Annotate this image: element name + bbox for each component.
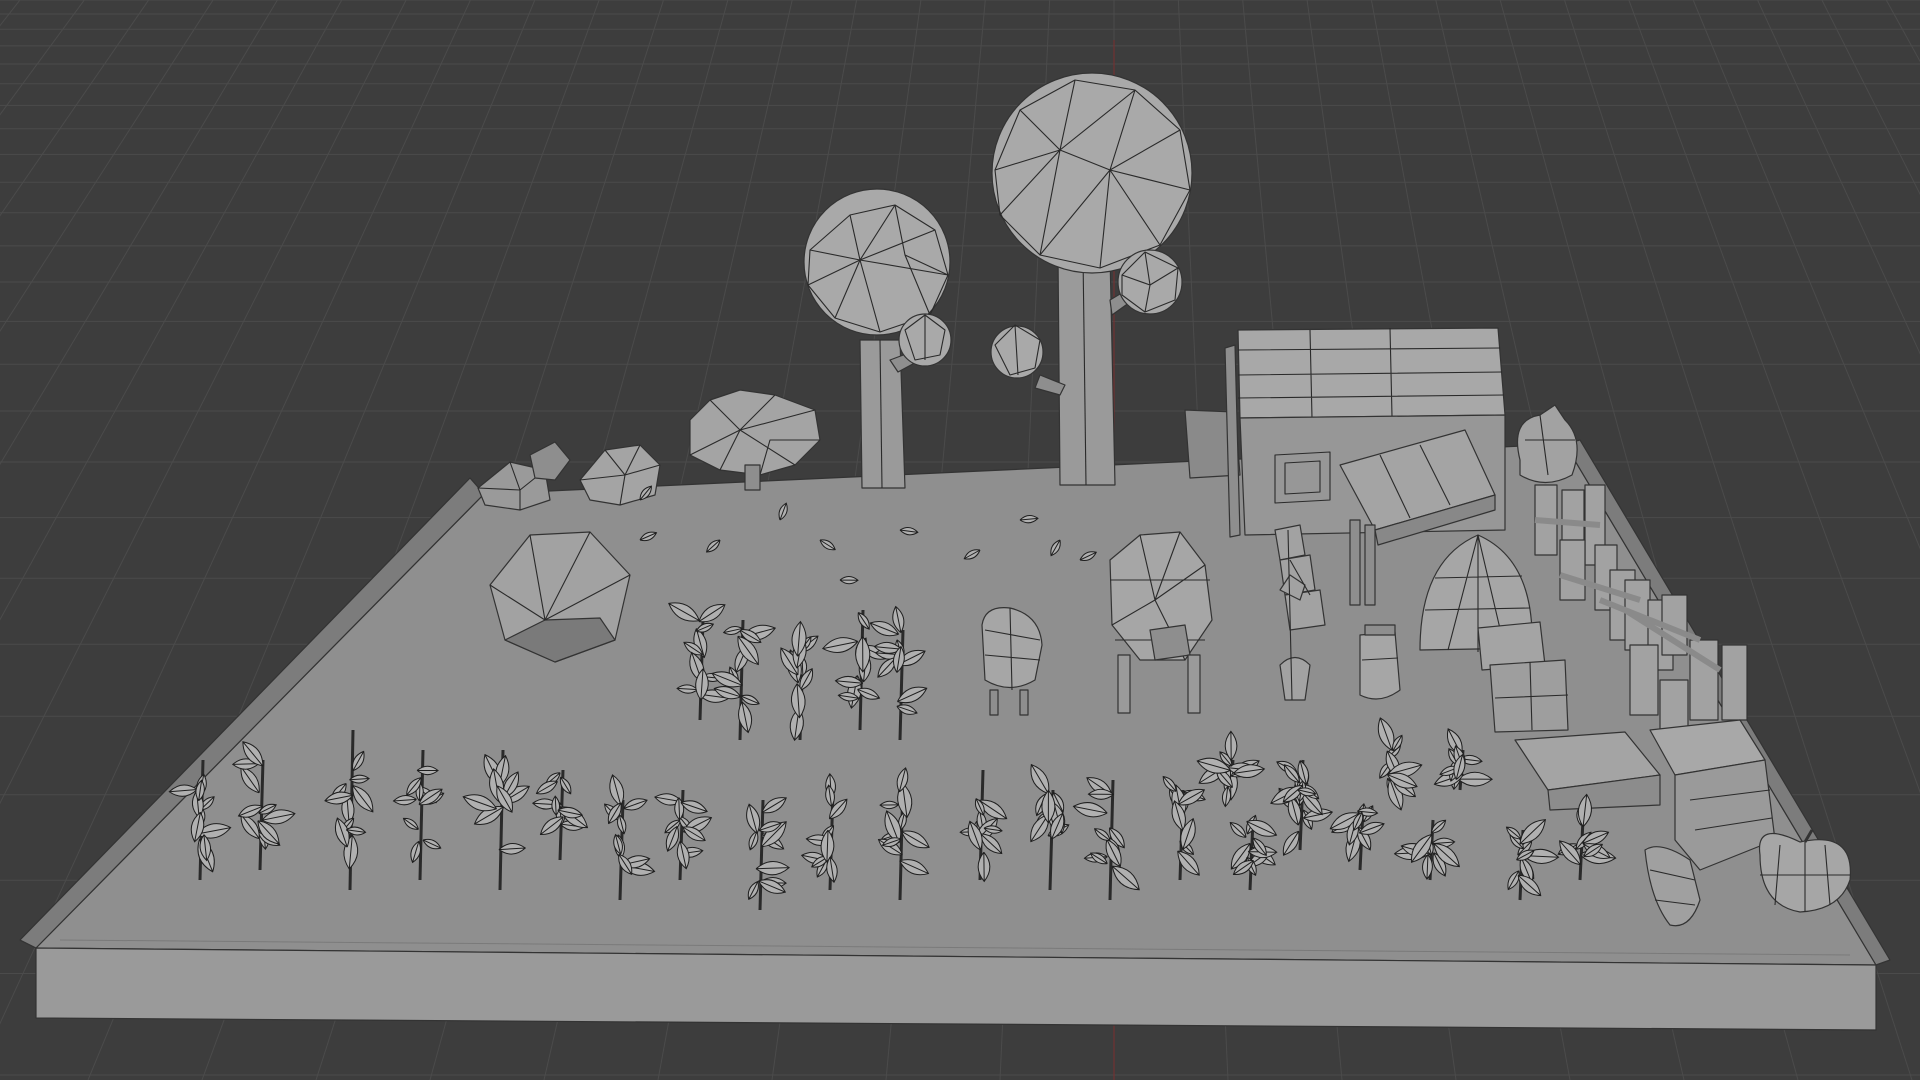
3d-viewport[interactable] xyxy=(0,0,1920,1080)
viewport-canvas[interactable] xyxy=(0,0,1920,1080)
milk-jar[interactable] xyxy=(1359,624,1401,700)
